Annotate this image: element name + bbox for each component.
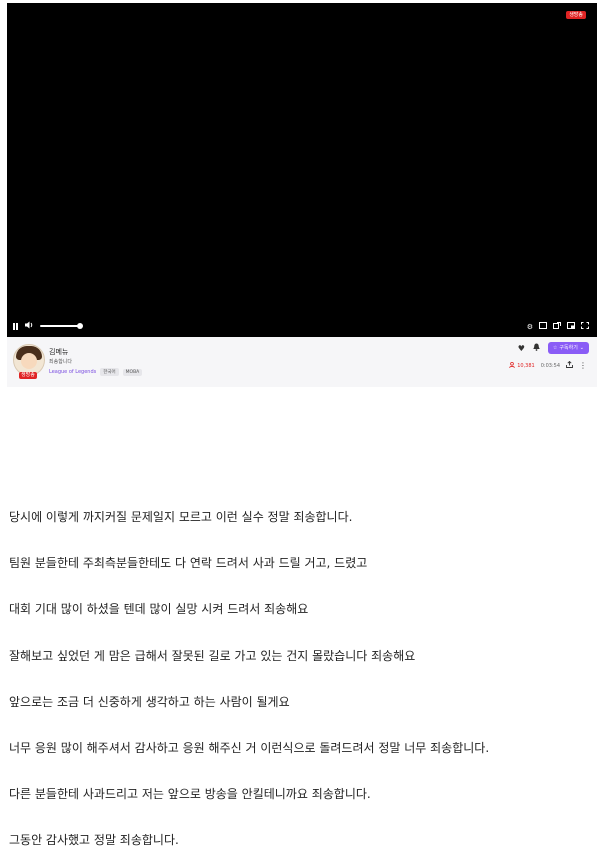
stream-tags: League of Legends 한국어 MOBA xyxy=(49,368,143,376)
channel-name[interactable]: 김메뉴 xyxy=(49,347,68,357)
live-badge: 생방송 xyxy=(566,11,586,19)
text-line: 다른 분들한테 사과드리고 저는 앞으로 방송을 안킬테니까요 죄송합니다. xyxy=(9,787,371,801)
subscribe-button[interactable]: ☆ 구독하기 ⌄ xyxy=(547,342,589,354)
star-icon: ☆ xyxy=(552,345,558,351)
chevron-down-icon: ⌄ xyxy=(579,345,584,351)
channel-actions: ♥ ☆ 구독하기 ⌄ xyxy=(518,342,589,354)
text-line: 너무 응원 많이 해주셔서 감사하고 응원 해주신 거 이런식으로 돌려드려서 … xyxy=(9,741,490,755)
tag[interactable]: 한국어 xyxy=(100,368,119,376)
settings-icon[interactable]: ⚙ xyxy=(527,323,533,331)
heart-icon[interactable]: ♥ xyxy=(518,344,525,353)
video-player[interactable]: 생방송 ⚙ xyxy=(7,3,597,337)
viewer-count-value: 10,381 xyxy=(517,362,535,369)
text-line: 잘해보고 싶었던 게 맘은 급해서 잘못된 길로 가고 있는 건지 몰랐습니다 … xyxy=(9,649,416,663)
share-icon[interactable] xyxy=(566,360,573,370)
avatar-face xyxy=(21,353,37,369)
text-line: 그동안 감사했고 정말 죄송합니다. xyxy=(9,833,179,847)
text-line: 당시에 이렇게 까지커질 문제일지 모르고 이런 실수 정말 죄송합니다. xyxy=(9,510,353,524)
bell-icon[interactable] xyxy=(533,343,540,353)
pause-icon[interactable] xyxy=(13,322,19,330)
player-controls-left xyxy=(13,321,83,331)
category-link[interactable]: League of Legends xyxy=(49,369,96,375)
viewer-count: 10,381 xyxy=(509,361,535,370)
volume-slider-knob[interactable] xyxy=(77,323,83,329)
popout-icon[interactable] xyxy=(553,322,561,331)
text-line: 팀원 분들한테 주최측분들한테도 다 연락 드려서 사과 드릴 거고, 드렸고 xyxy=(9,556,368,570)
stream-title: 죄송합니다 xyxy=(49,359,73,365)
fullscreen-icon[interactable] xyxy=(581,322,589,331)
avatar-live-badge: 생방송 xyxy=(19,372,37,379)
more-options-icon[interactable]: ⋮ xyxy=(579,361,587,370)
text-line: 대회 기대 많이 하셨을 텐데 많이 실망 시켜 드려서 죄송해요 xyxy=(9,602,309,616)
tag[interactable]: MOBA xyxy=(122,368,143,376)
pip-icon[interactable] xyxy=(567,322,575,331)
stream-stats: 10,381 0:03:54 ⋮ xyxy=(509,360,587,370)
theater-icon[interactable] xyxy=(539,322,547,331)
subscribe-label: 구독하기 xyxy=(559,345,578,351)
volume-slider[interactable] xyxy=(40,323,83,329)
person-icon xyxy=(509,361,516,370)
uptime: 0:03:54 xyxy=(540,362,560,369)
text-line: 앞으로는 조금 더 신중하게 생각하고 하는 사람이 될게요 xyxy=(9,695,290,709)
channel-info-bar: 생방송 김메뉴 죄송합니다 League of Legends 한국어 MOBA… xyxy=(7,337,597,387)
player-controls-right: ⚙ xyxy=(527,322,589,331)
volume-icon[interactable] xyxy=(25,321,34,331)
